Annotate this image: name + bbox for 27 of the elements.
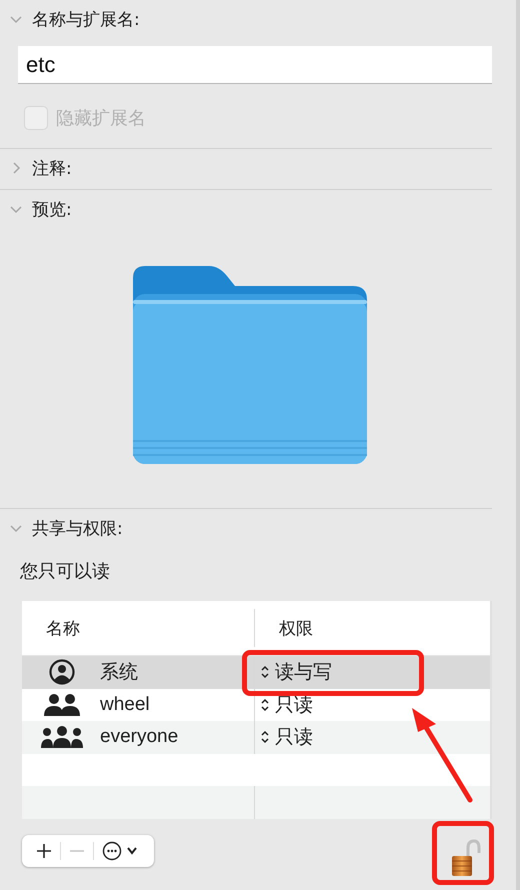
- stepper-icon[interactable]: [261, 698, 269, 712]
- section-title: 名称与扩展名:: [32, 8, 140, 30]
- section-title: 注释:: [32, 158, 72, 180]
- unlocked-padlock-icon[interactable]: [451, 838, 481, 876]
- table-row[interactable]: 系统 读与写: [22, 656, 490, 688]
- table-cell-text: 系统: [100, 661, 138, 686]
- permission-note: 您只可以读: [20, 560, 110, 583]
- permission-popup[interactable]: 读与写: [275, 659, 332, 686]
- column-header[interactable]: 权限: [254, 609, 490, 647]
- stepper-icon[interactable]: [261, 665, 269, 680]
- minus-icon: [69, 850, 85, 852]
- user-circle-icon: [49, 659, 75, 686]
- section-title: 共享与权限:: [32, 518, 123, 540]
- permission-popup[interactable]: 只读: [275, 692, 313, 718]
- table-cell: everyone: [100, 726, 178, 748]
- name-field[interactable]: etc: [18, 46, 492, 84]
- column-header[interactable]: 名称: [22, 601, 254, 655]
- section-title: 预览:: [32, 198, 72, 220]
- permission-popup[interactable]: 只读: [275, 724, 313, 750]
- table-cell: wheel: [100, 694, 150, 716]
- table-row[interactable]: everyone 只读: [22, 721, 490, 754]
- plus-icon: [36, 842, 52, 858]
- two-people-icon: [44, 692, 80, 717]
- folder-icon: [131, 264, 369, 466]
- stepper-icon[interactable]: [261, 730, 269, 744]
- highlight-frame: [432, 820, 494, 884]
- three-people-icon: [41, 725, 83, 750]
